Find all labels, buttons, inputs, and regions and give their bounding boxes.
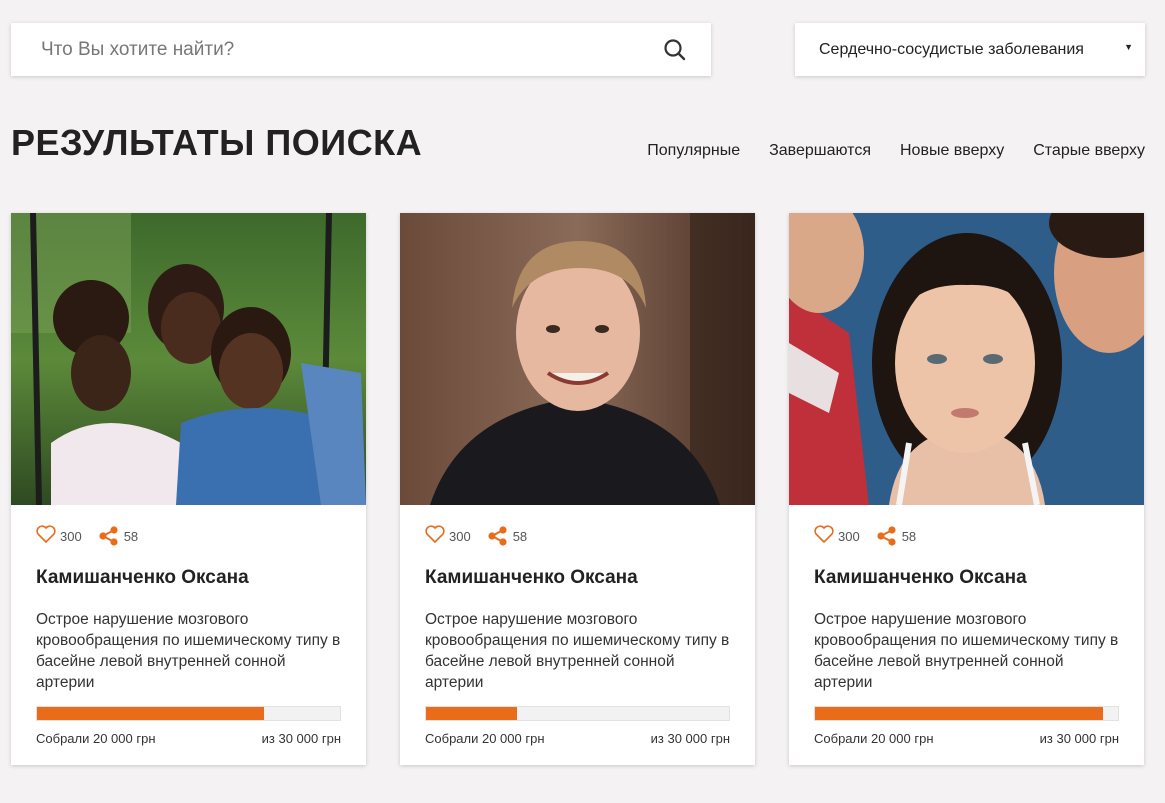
goal-amount: из 30 000 грн bbox=[650, 731, 730, 746]
likes-count: 300 bbox=[838, 528, 860, 544]
card-photo[interactable] bbox=[11, 213, 366, 505]
progress-bar bbox=[36, 706, 341, 721]
shares-count: 58 bbox=[123, 528, 139, 544]
progress-fill bbox=[37, 707, 265, 720]
card-photo[interactable] bbox=[400, 213, 755, 505]
card-name[interactable]: Камишанченко Оксана bbox=[11, 553, 366, 589]
card-amounts: Собрали 20 000 грн из 30 000 грн bbox=[36, 731, 341, 746]
progress-bar bbox=[425, 706, 730, 721]
collected-amount: Собрали 20 000 грн bbox=[814, 731, 934, 746]
progress-bar bbox=[814, 706, 1119, 721]
heart-icon[interactable] bbox=[425, 524, 445, 548]
card-description: Острое нарушение мозгового кровообращени… bbox=[36, 611, 341, 691]
fundraiser-card[interactable]: 300 58 Камишанченко Оксана Острое наруше… bbox=[400, 213, 755, 765]
likes-count: 300 bbox=[60, 528, 82, 544]
progress-fill bbox=[426, 707, 517, 720]
page-title: РЕЗУЛЬТАТЫ ПОИСКА bbox=[11, 122, 423, 163]
collected-amount: Собрали 20 000 грн bbox=[36, 731, 156, 746]
share-icon bbox=[877, 526, 896, 546]
goal-amount: из 30 000 грн bbox=[261, 731, 341, 746]
heart-icon[interactable] bbox=[36, 524, 56, 548]
heart-icon[interactable] bbox=[814, 524, 834, 548]
card-name[interactable]: Камишанченко Оксана bbox=[789, 553, 1144, 589]
progress-fill bbox=[815, 707, 1103, 720]
collected-amount: Собрали 20 000 грн bbox=[425, 731, 545, 746]
card-amounts: Собрали 20 000 грн из 30 000 грн bbox=[814, 731, 1119, 746]
share-icon bbox=[488, 526, 507, 546]
search-box[interactable] bbox=[11, 23, 711, 76]
card-description: Острое нарушение мозгового кровообращени… bbox=[425, 611, 730, 691]
search-icon[interactable] bbox=[662, 37, 688, 63]
category-select[interactable]: Сердечно-сосудистые заболевания ▼ bbox=[795, 23, 1145, 76]
share-button[interactable]: 58 bbox=[487, 526, 527, 546]
share-button[interactable]: 58 bbox=[876, 526, 916, 546]
card-amounts: Собрали 20 000 грн из 30 000 грн bbox=[425, 731, 730, 746]
shares-count: 58 bbox=[901, 528, 917, 544]
fundraiser-card[interactable]: 300 58 Камишанченко Оксана Острое наруше… bbox=[11, 213, 366, 765]
card-meta: 300 58 bbox=[400, 505, 755, 553]
card-photo[interactable] bbox=[789, 213, 1144, 505]
category-select-value: Сердечно-сосудистые заболевания bbox=[819, 40, 1084, 58]
card-description: Острое нарушение мозгового кровообращени… bbox=[814, 611, 1119, 691]
sort-newest[interactable]: Новые вверху bbox=[900, 142, 1004, 160]
card-meta: 300 58 bbox=[11, 505, 366, 553]
share-icon bbox=[99, 526, 118, 546]
sort-nav: Популярные Завершаются Новые вверху Стар… bbox=[647, 142, 1145, 160]
sort-oldest[interactable]: Старые вверху bbox=[1033, 142, 1145, 160]
search-input[interactable] bbox=[11, 23, 662, 76]
goal-amount: из 30 000 грн bbox=[1039, 731, 1119, 746]
sort-popular[interactable]: Популярные bbox=[647, 142, 740, 160]
share-button[interactable]: 58 bbox=[98, 526, 138, 546]
caret-down-icon: ▼ bbox=[1124, 41, 1133, 52]
card-meta: 300 58 bbox=[789, 505, 1144, 553]
card-name[interactable]: Камишанченко Оксана bbox=[400, 553, 755, 589]
shares-count: 58 bbox=[512, 528, 528, 544]
fundraiser-card[interactable]: 300 58 Камишанченко Оксана Острое наруше… bbox=[789, 213, 1144, 765]
sort-ending[interactable]: Завершаются bbox=[769, 142, 871, 160]
cards-grid: 300 58 Камишанченко Оксана Острое наруше… bbox=[11, 213, 1144, 765]
likes-count: 300 bbox=[449, 528, 471, 544]
